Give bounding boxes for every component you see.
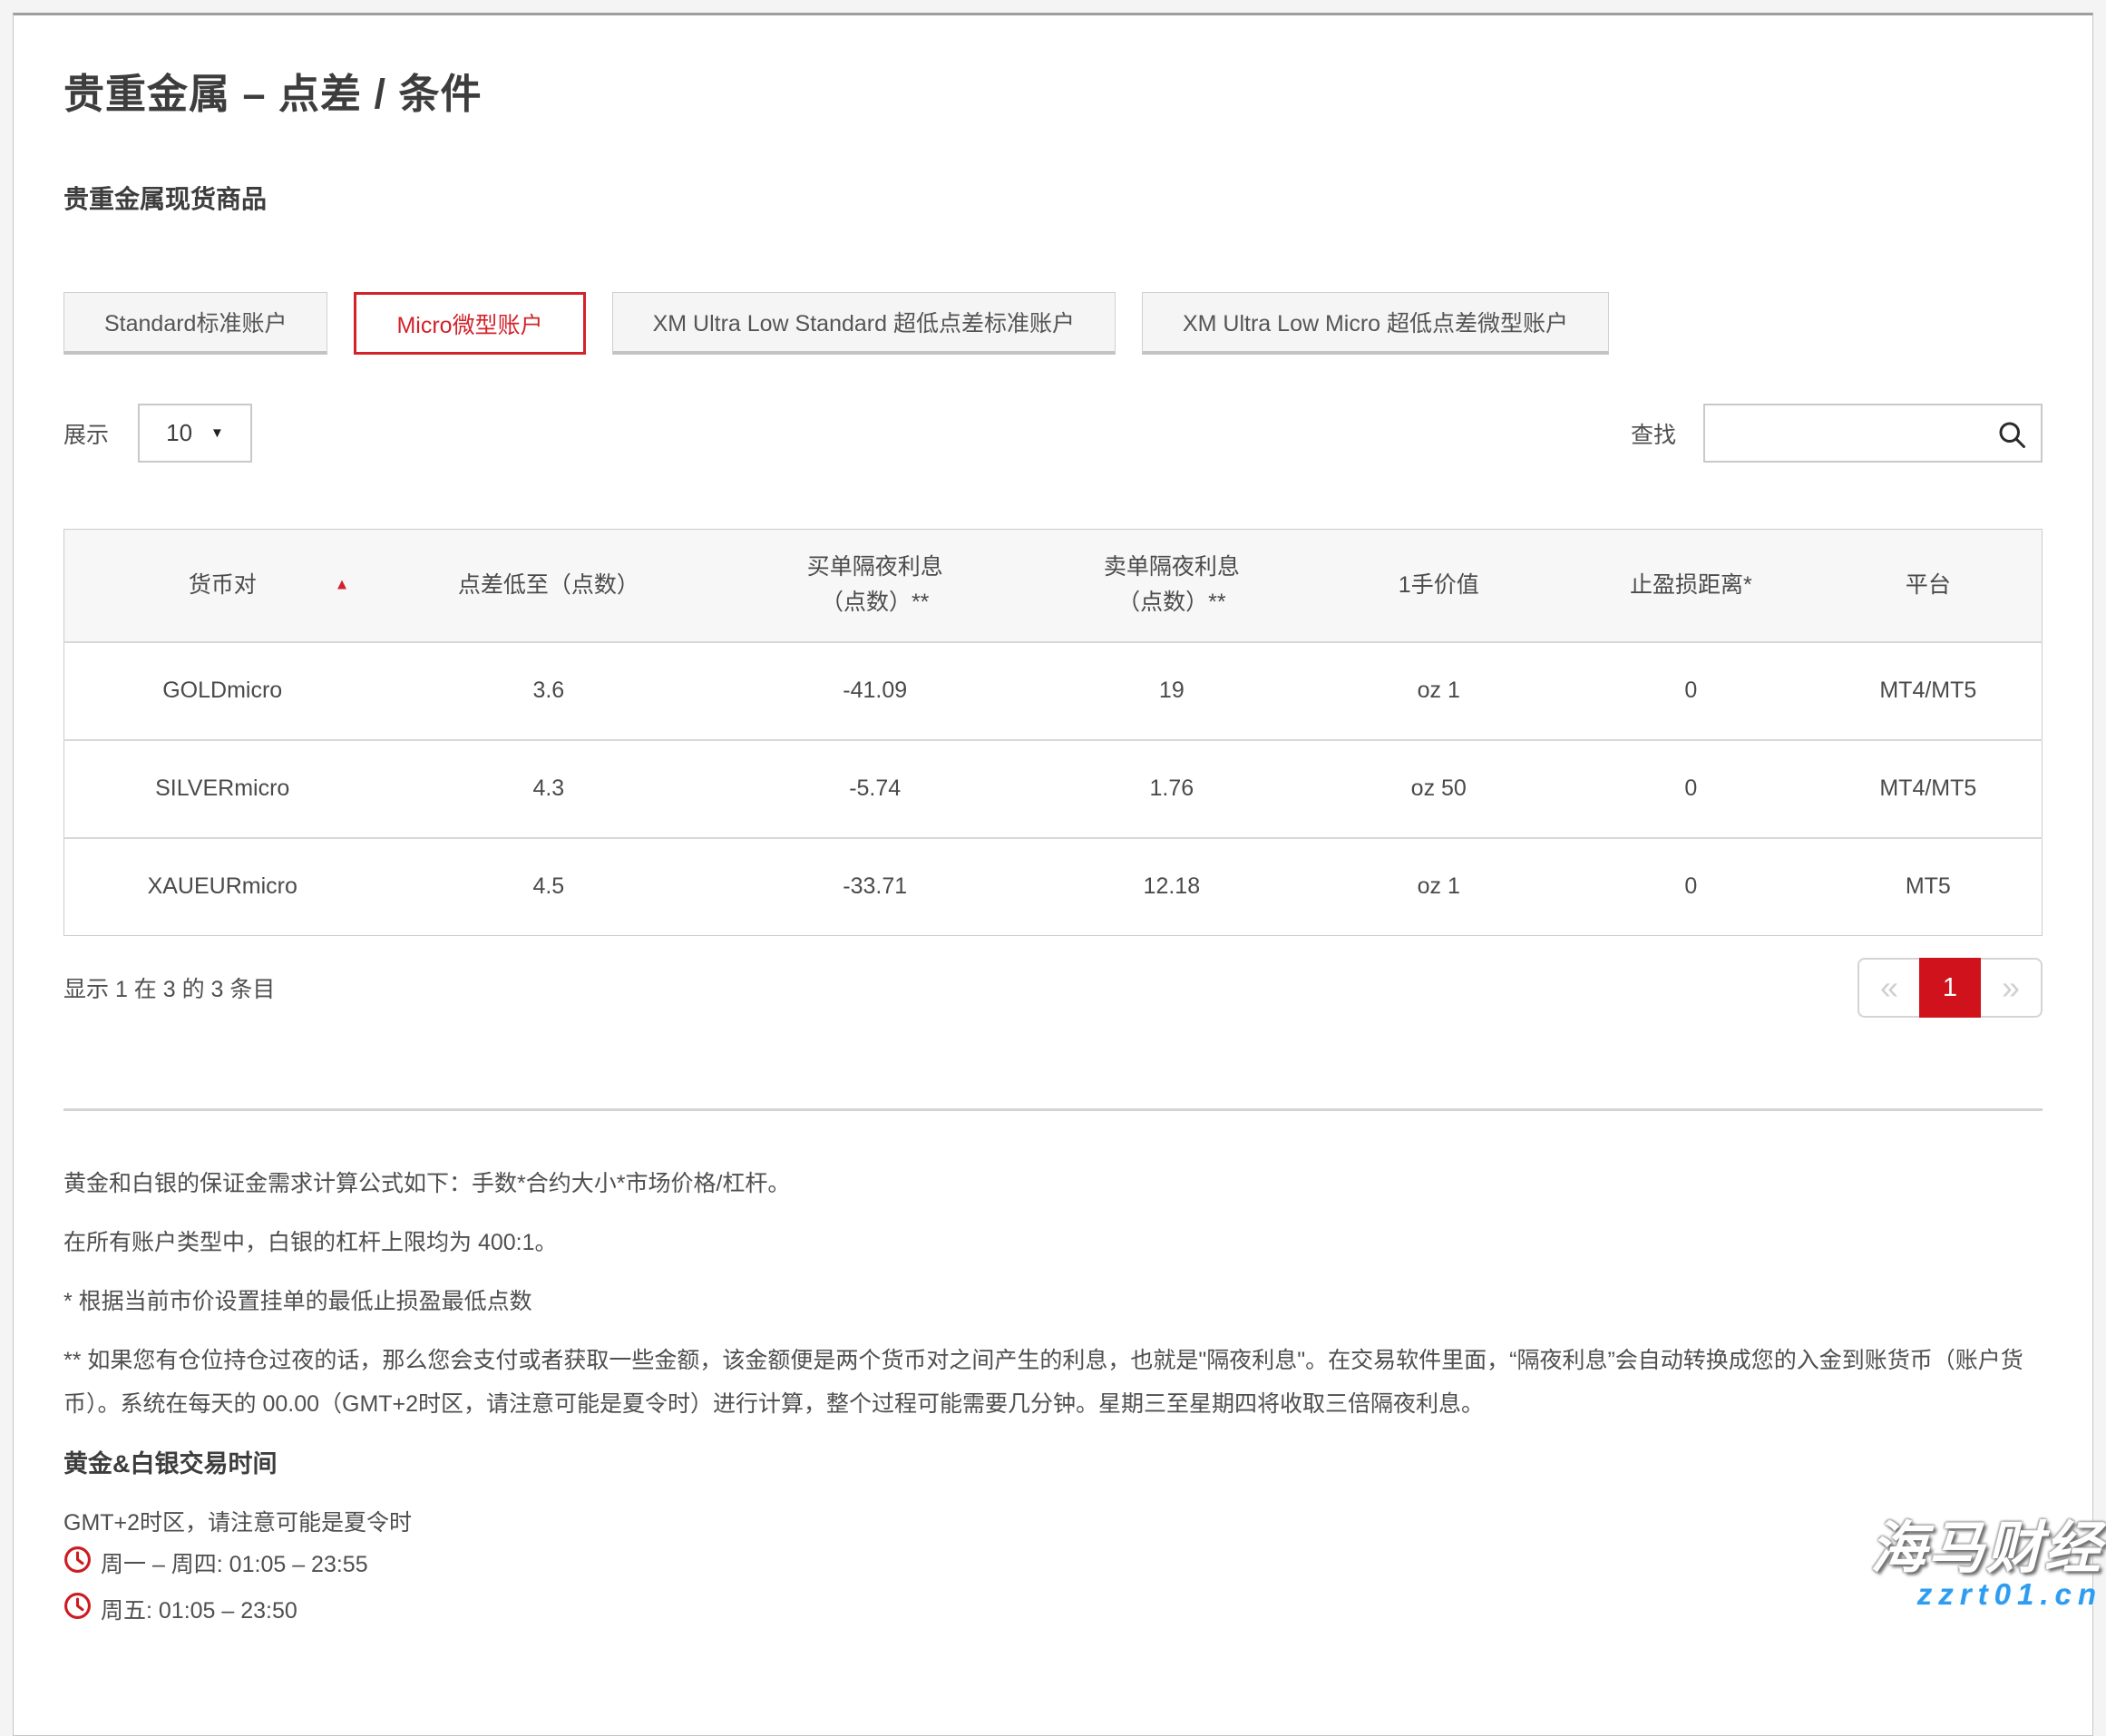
- search-input[interactable]: [1705, 405, 2041, 461]
- column-header-symbol[interactable]: 货币对 ▲: [64, 530, 381, 642]
- show-entries-label: 展示: [63, 417, 109, 450]
- cell-spread: 4.3: [380, 740, 717, 838]
- tab-ultra-low-standard-account[interactable]: XM Ultra Low Standard 超低点差标准账户: [612, 292, 1116, 355]
- cell-swap-long: -33.71: [717, 838, 1033, 936]
- pagination-next-button[interactable]: »: [1981, 958, 2043, 1018]
- table-row: SILVERmicro 4.3 -5.74 1.76 oz 50 0 MT4/M…: [64, 740, 2043, 838]
- timezone-note: GMT+2时区，请注意可能是夏令时: [63, 1505, 2043, 1537]
- cell-platform: MT4/MT5: [1815, 642, 2043, 740]
- column-header-swap-long[interactable]: 买单隔夜利息 （点数）**: [717, 530, 1033, 642]
- column-header-limit-stop-level[interactable]: 止盈损距离*: [1567, 530, 1815, 642]
- note-margin-formula: 黄金和白银的保证金需求计算公式如下：手数*合约大小*市场价格/杠杆。: [63, 1162, 2043, 1205]
- page-size-select[interactable]: 10 ▼: [138, 404, 252, 463]
- tab-standard-account[interactable]: Standard标准账户: [63, 292, 327, 355]
- account-type-tabs: Standard标准账户 Micro微型账户 XM Ultra Low Stan…: [63, 292, 2043, 355]
- search-label: 查找: [1631, 417, 1676, 450]
- cell-symbol: GOLDmicro: [64, 642, 381, 740]
- note-limit-stop: * 根据当前市价设置挂单的最低止损盈最低点数: [63, 1280, 2043, 1323]
- pagination: « 1 »: [1857, 958, 2043, 1018]
- table-row: XAUEURmicro 4.5 -33.71 12.18 oz 1 0 MT5: [64, 838, 2043, 936]
- column-header-swap-short[interactable]: 卖单隔夜利息 （点数）**: [1033, 530, 1310, 642]
- cell-swap-long: -41.09: [717, 642, 1033, 740]
- clock-icon: [63, 1546, 92, 1584]
- cell-limit-stop: 0: [1567, 838, 1815, 936]
- trading-hours-heading: 黄金&白银交易时间: [63, 1444, 2043, 1479]
- column-header-lot-value[interactable]: 1手价值: [1311, 530, 1568, 642]
- cell-lot-value: oz 50: [1311, 740, 1568, 838]
- table-header-row: 货币对 ▲ 点差低至（点数） 买单隔夜利息 （点数）** 卖单隔夜利息 （点数）…: [64, 530, 2043, 642]
- section-divider: [63, 1108, 2043, 1111]
- cell-lot-value: oz 1: [1311, 838, 1568, 936]
- search-icon: [1995, 418, 2028, 455]
- cell-swap-long: -5.74: [717, 740, 1033, 838]
- tab-ultra-low-micro-account[interactable]: XM Ultra Low Micro 超低点差微型账户: [1142, 292, 1609, 355]
- table-row: GOLDmicro 3.6 -41.09 19 oz 1 0 MT4/MT5: [64, 642, 2043, 740]
- chevron-down-icon: ▼: [210, 425, 224, 441]
- notes-section: 黄金和白银的保证金需求计算公式如下：手数*合约大小*市场价格/杠杆。 在所有账户…: [63, 1162, 2043, 1426]
- pagination-page-1-button[interactable]: 1: [1919, 958, 1981, 1018]
- tab-micro-account[interactable]: Micro微型账户: [354, 292, 585, 355]
- spreads-table: 货币对 ▲ 点差低至（点数） 买单隔夜利息 （点数）** 卖单隔夜利息 （点数）…: [63, 529, 2043, 936]
- page-subtitle: 贵重金属现货商品: [63, 180, 2043, 216]
- cell-platform: MT5: [1815, 838, 2043, 936]
- trading-time-row: 周五: 01:05 – 23:50: [63, 1592, 2043, 1630]
- content-panel: 贵重金属 – 点差 / 条件 贵重金属现货商品 Standard标准账户 Mic…: [13, 13, 2093, 1736]
- cell-spread: 4.5: [380, 838, 717, 936]
- trading-time-row: 周一 – 周四: 01:05 – 23:55: [63, 1546, 2043, 1584]
- cell-swap-short: 19: [1033, 642, 1310, 740]
- cell-swap-short: 12.18: [1033, 838, 1310, 936]
- cell-swap-short: 1.76: [1033, 740, 1310, 838]
- column-header-platform[interactable]: 平台: [1815, 530, 2043, 642]
- table-controls: 展示 10 ▼ 查找: [63, 404, 2043, 463]
- table-footer: 显示 1 在 3 的 3 条目 « 1 »: [63, 958, 2043, 1018]
- clock-icon: [63, 1592, 92, 1630]
- page-size-value: 10: [166, 419, 192, 447]
- cell-limit-stop: 0: [1567, 740, 1815, 838]
- cell-symbol: SILVERmicro: [64, 740, 381, 838]
- cell-symbol: XAUEURmicro: [64, 838, 381, 936]
- note-swap-explanation: ** 如果您有仓位持仓过夜的话，那么您会支付或者获取一些金额，该金额便是两个货币…: [63, 1339, 2043, 1426]
- sort-asc-icon: ▲: [335, 567, 350, 602]
- column-header-spread[interactable]: 点差低至（点数）: [380, 530, 717, 642]
- page-title: 贵重金属 – 点差 / 条件: [63, 61, 2043, 120]
- trading-time-weekdays: 周一 – 周四: 01:05 – 23:55: [101, 1547, 368, 1582]
- note-silver-leverage: 在所有账户类型中，白银的杠杆上限均为 400:1。: [63, 1221, 2043, 1264]
- cell-platform: MT4/MT5: [1815, 740, 2043, 838]
- cell-limit-stop: 0: [1567, 642, 1815, 740]
- trading-time-friday: 周五: 01:05 – 23:50: [101, 1594, 297, 1628]
- cell-spread: 3.6: [380, 642, 717, 740]
- pagination-prev-button[interactable]: «: [1857, 958, 1919, 1018]
- search-box: [1703, 404, 2043, 463]
- entries-summary: 显示 1 在 3 的 3 条目: [63, 971, 275, 1004]
- cell-lot-value: oz 1: [1311, 642, 1568, 740]
